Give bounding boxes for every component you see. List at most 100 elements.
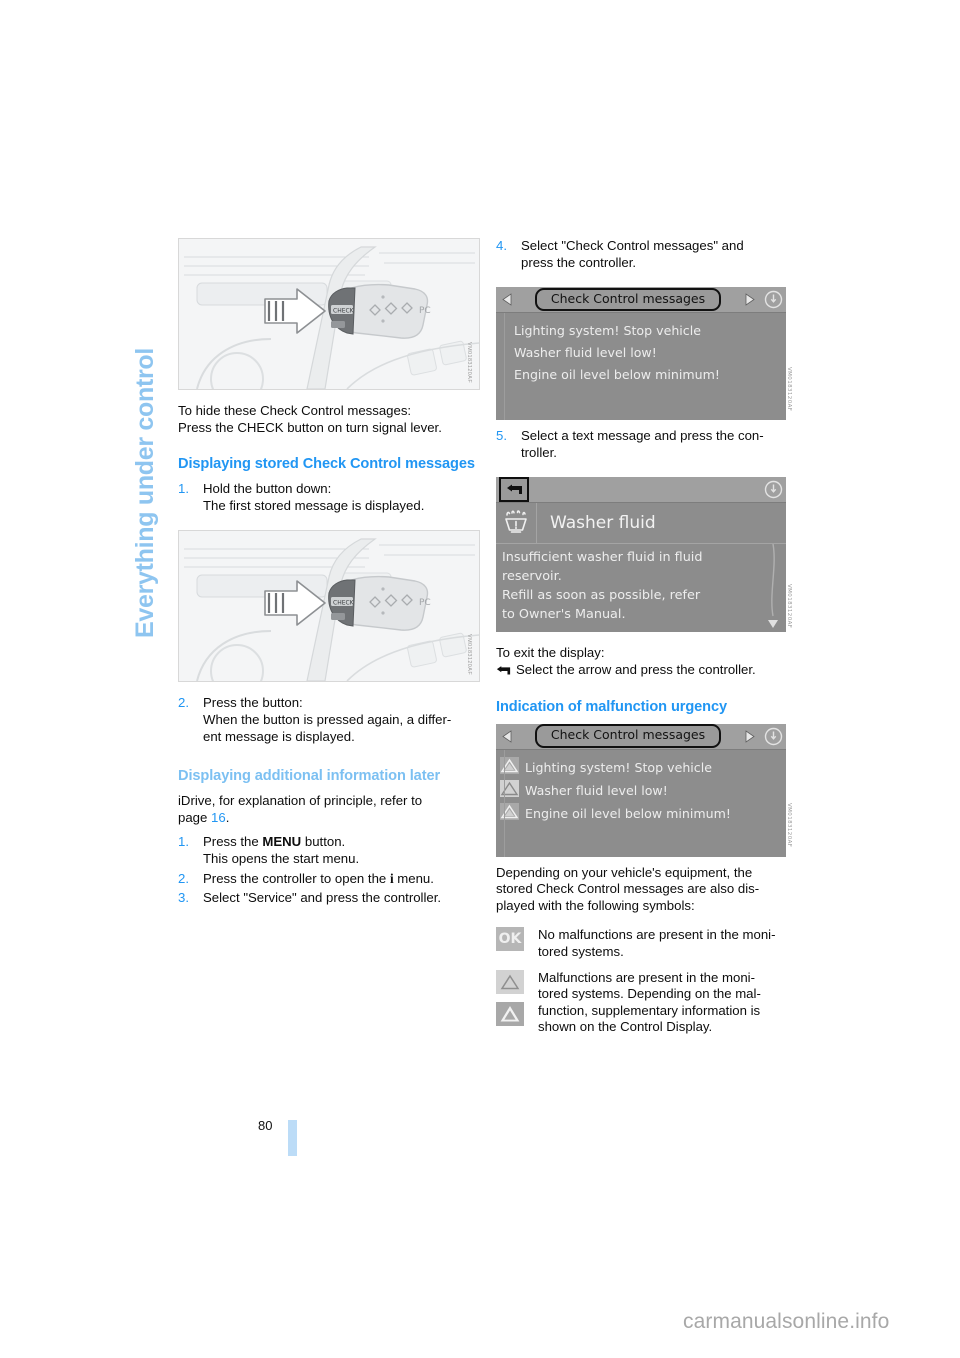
legend-row-malfunction: Malfunctions are present in the moni- to… <box>496 969 796 1036</box>
triangle-right-icon[interactable] <box>738 724 760 749</box>
legend-line-2: tored systems. <box>538 943 624 959</box>
svg-text:PC: PC <box>419 598 431 608</box>
idrive-ref-prefix: page <box>178 809 208 825</box>
list-item[interactable]: Washer fluid level low! <box>496 342 786 364</box>
step-number: 3. <box>178 890 189 906</box>
heading-displaying-additional: Displaying additional information later <box>178 768 441 785</box>
chapter-tab: Everything under control <box>130 228 160 638</box>
step-line-2: The first stored message is displayed. <box>203 497 425 513</box>
step-item: 1. Hold the button down: The first store… <box>178 481 480 514</box>
warning-circle-icon[interactable] <box>760 287 786 312</box>
idrive-detail-header: Washer fluid <box>496 503 786 545</box>
steps-stored: 1. Hold the button down: The first store… <box>178 481 480 514</box>
step-line-1: Select "Check Control messages" and <box>521 238 744 253</box>
figure-code: VM0183120AF <box>466 634 472 676</box>
idrive-detail-title: Washer fluid <box>550 513 656 534</box>
back-arrow-icon <box>496 664 511 681</box>
heading-malfunction-urgency: Indication of malfunction urgency <box>496 698 728 715</box>
idrive-screen-washer-fluid-detail: Washer fluid Insufficient washer fluid i… <box>496 477 792 633</box>
idrive-screen-check-control-messages: Check Control messages Lighting system! … <box>496 287 792 421</box>
depending-line-2: stored Check Control messages are also d… <box>496 881 760 897</box>
steps-press-button: 2. Press the button: When the button is … <box>178 695 480 745</box>
step-item: 2. Press the button: When the button is … <box>178 695 480 745</box>
legend-text: Malfunctions are present in the moni- to… <box>538 970 796 1036</box>
step-line-1: Press the button: <box>203 695 303 711</box>
exit-instruction-row: Select the arrow and press the controlle… <box>496 662 796 679</box>
list-item[interactable]: Engine oil level below minimum! <box>496 364 786 386</box>
figure-code: VM0183120AF <box>786 366 792 412</box>
manual-page: Everything under control CHECK PC VM0183… <box>0 0 960 1358</box>
idrive-screen-title[interactable]: Check Control messages <box>534 287 722 312</box>
triangle-left-icon[interactable] <box>496 287 518 312</box>
triangle-right-icon[interactable] <box>738 287 760 312</box>
steps-menu: 1. Press the MENU button. This opens the… <box>178 834 480 906</box>
step-line-2: troller. <box>521 444 557 460</box>
step-item: 5. Select a text message and press the c… <box>496 428 796 461</box>
detail-line: Insufficient washer fluid in fluid <box>502 550 703 566</box>
idrive-message-list: Lighting system! Stop vehicle Washer flu… <box>496 313 786 421</box>
step-line-prefix: Press the controller to open the <box>203 870 390 886</box>
legend-row-ok: OK No malfunctions are present in the mo… <box>496 927 796 960</box>
idrive-title-wrap: Check Control messages <box>518 724 738 748</box>
idrive-screen-title[interactable]: Check Control messages <box>534 724 722 748</box>
step-item: 4. Select "Check Control messages" and p… <box>496 238 796 271</box>
step-line-1: Hold the button down: <box>203 481 332 497</box>
menu-button-label: MENU <box>262 834 302 850</box>
legend-line-4: shown on the Control Display. <box>538 1019 713 1035</box>
depending-line-1: Depending on your vehicle's equipment, t… <box>496 864 753 880</box>
exit-display-paragraph: To exit the display: <box>496 645 796 662</box>
legend-line-1: No malfunctions are present in the moni- <box>538 927 776 943</box>
detail-line: reservoir. <box>502 569 562 585</box>
idrive-reference-paragraph: iDrive, for explanation of principle, re… <box>178 793 480 826</box>
warning-triangle-filled-icon <box>500 802 519 826</box>
triangle-left-icon[interactable] <box>496 724 518 749</box>
warning-triangle-light-icon <box>496 969 524 994</box>
right-column: 4. Select "Check Control messages" and p… <box>496 238 796 1036</box>
list-item[interactable]: Washer fluid level low! <box>496 779 786 803</box>
steps-select-text-message: 5. Select a text message and press the c… <box>496 428 796 461</box>
list-item[interactable]: Lighting system! Stop vehicle <box>496 756 786 780</box>
warning-triangle-filled-icon <box>500 756 519 780</box>
idrive-ref-suffix: . <box>225 809 230 825</box>
warning-triangle-dark-icon <box>496 1001 524 1026</box>
step-number: 2. <box>178 695 189 711</box>
list-item[interactable]: Engine oil level below minimum! <box>496 802 786 826</box>
chapter-title: Everything under control <box>131 347 159 638</box>
scrollbar[interactable] <box>766 544 780 630</box>
svg-text:PC: PC <box>419 306 431 316</box>
hide-messages-line-1: To hide these Check Control messages: <box>178 403 412 418</box>
ok-badge-icon: OK <box>496 927 524 952</box>
step-number: 1. <box>178 481 189 497</box>
list-item[interactable]: Lighting system! Stop vehicle <box>496 320 786 342</box>
legend-symbol-cell: OK <box>496 927 538 952</box>
idrive-title-bar: Check Control messages <box>496 723 786 750</box>
legend-line-3: function, supplementary information is <box>538 1002 761 1018</box>
step-item: 2. Press the controller to open the i me… <box>178 871 480 888</box>
folio-rule <box>288 1120 297 1156</box>
svg-text:CHECK: CHECK <box>333 308 355 315</box>
list-rail <box>504 313 505 421</box>
warning-triangle-outline-icon <box>500 779 519 803</box>
illustration-turn-signal-lever-2: CHECK PC VM0183120AF <box>178 530 480 683</box>
idrive-ref-line-1: iDrive, for explanation of principle, re… <box>178 793 423 809</box>
step-number: 5. <box>496 428 507 444</box>
site-watermark: carmanualsonline.info <box>683 1310 890 1333</box>
step-number: 2. <box>178 870 189 886</box>
warning-circle-icon[interactable] <box>760 477 786 502</box>
idrive-detail-body: Insufficient washer fluid in fluid reser… <box>496 544 786 630</box>
list-item-label: Washer fluid level low! <box>525 782 668 798</box>
step-line-suffix: menu. <box>393 870 434 886</box>
legend-symbol-cell <box>496 969 538 1026</box>
legend-text: No malfunctions are present in the moni-… <box>538 927 796 960</box>
figure-code: VM0183120AF <box>786 584 792 629</box>
page-reference-link[interactable]: 16 <box>211 810 226 825</box>
hide-messages-paragraph: To hide these Check Control messages: Pr… <box>178 403 480 436</box>
idrive-title-bar: Check Control messages <box>496 287 786 314</box>
figure-code: VM0183120AF <box>786 803 792 848</box>
back-arrow-icon[interactable] <box>499 477 529 503</box>
figure-code: VM0183120AF <box>466 341 472 383</box>
idrive-detail-title-bar <box>496 477 786 504</box>
warning-circle-icon[interactable] <box>760 724 786 749</box>
left-column: CHECK PC VM0183120AF To hide these Check… <box>178 238 480 910</box>
list-rail <box>504 749 505 857</box>
